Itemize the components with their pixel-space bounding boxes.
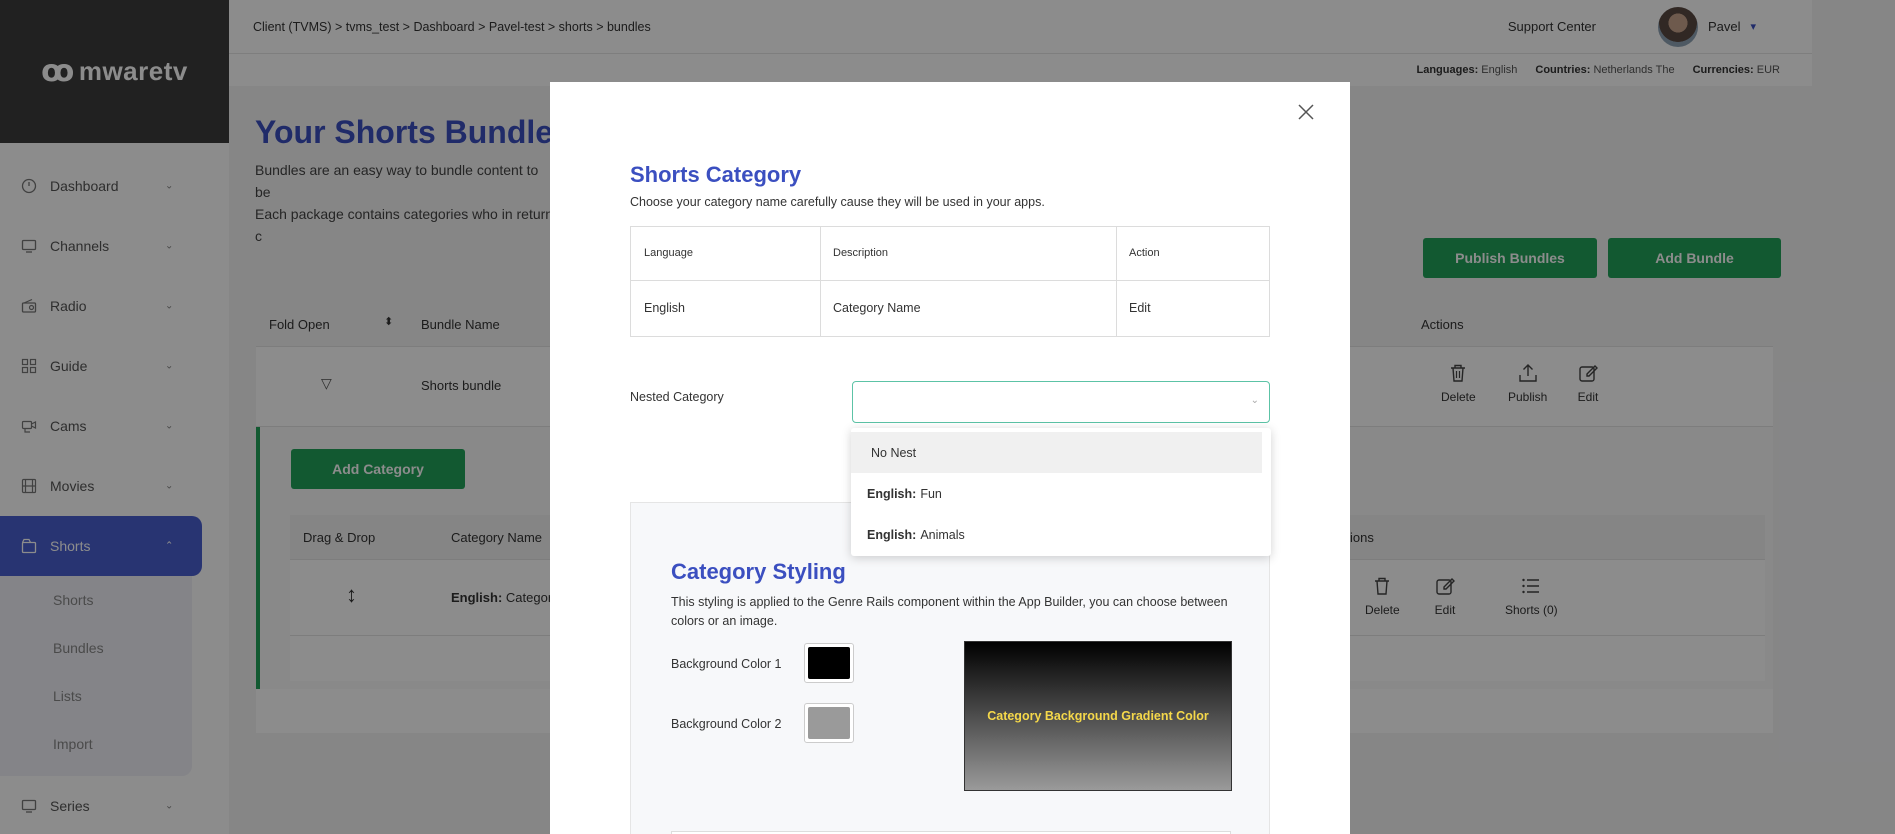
background-color-2-picker[interactable]	[804, 703, 854, 743]
nested-category-dropdown: No Nest English: Fun English: Animals	[851, 428, 1271, 556]
styling-description: This styling is applied to the Genre Rai…	[671, 595, 1228, 628]
option-label: Fun	[920, 486, 942, 501]
column-action: Action	[1129, 247, 1160, 259]
background-color-1-label: Background Color 1	[671, 657, 782, 671]
language-cell: English	[644, 301, 685, 315]
shorts-category-modal: Shorts Category Choose your category nam…	[550, 82, 1350, 834]
modal-subtitle: Choose your category name carefully caus…	[630, 195, 1045, 209]
option-label: No Nest	[871, 445, 917, 460]
description-cell: Category Name	[833, 301, 921, 315]
nested-category-select[interactable]: ⌄	[852, 381, 1270, 423]
color-swatch	[808, 707, 850, 739]
option-language: English:	[867, 527, 917, 542]
dropdown-option-fun[interactable]: English: Fun	[851, 473, 1262, 514]
background-color-2-label: Background Color 2	[671, 717, 782, 731]
modal-title: Shorts Category	[630, 162, 802, 187]
dropdown-option-no-nest[interactable]: No Nest	[851, 432, 1262, 473]
preview-text: Category Background Gradient Color	[987, 709, 1209, 723]
chevron-down-icon: ⌄	[1250, 395, 1259, 406]
nested-category-label: Nested Category	[630, 390, 724, 404]
table-row: English Category Name Edit	[631, 281, 1269, 337]
column-description: Description	[833, 247, 889, 259]
edit-link[interactable]: Edit	[1129, 301, 1151, 315]
close-icon[interactable]	[1292, 98, 1320, 126]
column-language: Language	[644, 247, 693, 259]
category-language-table: Language Description Action English Cate…	[630, 226, 1270, 337]
option-label: Animals	[920, 527, 965, 542]
option-language: English:	[867, 486, 917, 501]
background-color-1-picker[interactable]	[804, 643, 854, 683]
dropdown-option-animals[interactable]: English: Animals	[851, 514, 1262, 555]
table-header: Language Description Action	[631, 227, 1269, 281]
styling-title: Category Styling	[671, 559, 846, 584]
color-swatch	[808, 647, 850, 679]
gradient-preview: Category Background Gradient Color	[964, 641, 1232, 791]
